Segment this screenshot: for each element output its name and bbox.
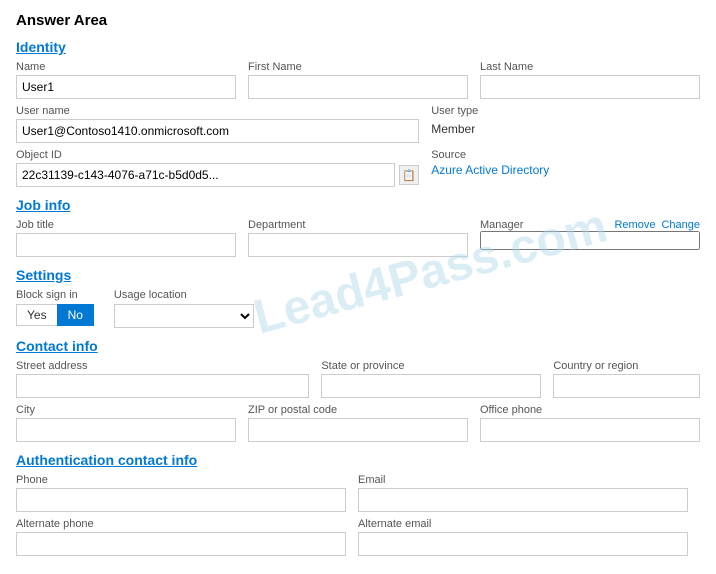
username-input[interactable] — [16, 119, 419, 143]
alt-email-group: Alternate email — [358, 518, 688, 556]
user-type-label: User type — [431, 105, 700, 117]
office-phone-input[interactable] — [480, 418, 700, 442]
settings-section: Settings Block sign in Yes No Usage loca… — [16, 267, 700, 328]
state-province-group: State or province — [321, 360, 541, 398]
state-province-input[interactable] — [321, 374, 541, 398]
usage-location-select[interactable] — [114, 304, 254, 328]
object-id-group: Object ID 📋 — [16, 149, 419, 187]
contact-info-section-title: Contact info — [16, 338, 700, 354]
manager-actions: Remove Change — [614, 219, 700, 231]
street-address-label: Street address — [16, 360, 309, 372]
first-name-input[interactable] — [248, 75, 468, 99]
object-id-input[interactable] — [16, 163, 395, 187]
email-input[interactable] — [358, 488, 688, 512]
block-signin-label: Block sign in — [16, 289, 94, 301]
user-type-value: Member — [431, 119, 700, 139]
job-title-label: Job title — [16, 219, 236, 231]
office-phone-label: Office phone — [480, 404, 700, 416]
identity-section-title: Identity — [16, 39, 700, 55]
manager-input[interactable] — [480, 231, 700, 250]
copy-icon[interactable]: 📋 — [399, 165, 419, 185]
zip-postal-label: ZIP or postal code — [248, 404, 468, 416]
alt-email-input[interactable] — [358, 532, 688, 556]
remove-manager-link[interactable]: Remove — [614, 219, 655, 231]
first-name-label: First Name — [248, 61, 468, 73]
zip-postal-group: ZIP or postal code — [248, 404, 468, 442]
state-province-label: State or province — [321, 360, 541, 372]
department-label: Department — [248, 219, 468, 231]
source-label: Source — [431, 149, 700, 161]
alt-email-label: Alternate email — [358, 518, 688, 530]
city-group: City — [16, 404, 236, 442]
alt-phone-label: Alternate phone — [16, 518, 346, 530]
username-label: User name — [16, 105, 419, 117]
user-type-group: User type Member — [431, 105, 700, 139]
usage-location-group: Usage location — [114, 289, 254, 328]
phone-group: Phone — [16, 474, 346, 512]
settings-section-title: Settings — [16, 267, 700, 283]
auth-contact-info-section-title: Authentication contact info — [16, 452, 700, 468]
contact-info-section: Contact info Street address State or pro… — [16, 338, 700, 442]
block-signin-group: Block sign in Yes No — [16, 289, 94, 326]
source-group: Source Azure Active Directory — [431, 149, 700, 177]
street-address-input[interactable] — [16, 374, 309, 398]
manager-group: Manager Remove Change — [480, 219, 700, 250]
first-name-group: First Name — [248, 61, 468, 99]
manager-label: Manager — [480, 219, 523, 231]
page-title: Answer Area — [16, 12, 700, 29]
department-group: Department — [248, 219, 468, 257]
name-label: Name — [16, 61, 236, 73]
no-toggle-button[interactable]: No — [57, 304, 94, 326]
settings-row: Block sign in Yes No Usage location — [16, 289, 700, 328]
phone-label: Phone — [16, 474, 346, 486]
street-address-group: Street address — [16, 360, 309, 398]
phone-input[interactable] — [16, 488, 346, 512]
usage-location-label: Usage location — [114, 289, 254, 301]
toggle-buttons: Yes No — [16, 304, 94, 326]
alt-phone-input[interactable] — [16, 532, 346, 556]
department-input[interactable] — [248, 233, 468, 257]
name-input[interactable] — [16, 75, 236, 99]
auth-contact-info-section: Authentication contact info Phone Email … — [16, 452, 700, 556]
country-region-label: Country or region — [553, 360, 700, 372]
zip-postal-input[interactable] — [248, 418, 468, 442]
job-title-input[interactable] — [16, 233, 236, 257]
name-group: Name — [16, 61, 236, 99]
office-phone-group: Office phone — [480, 404, 700, 442]
last-name-group: Last Name — [480, 61, 700, 99]
alt-phone-group: Alternate phone — [16, 518, 346, 556]
job-info-section: Job info Job title Department Manager Re… — [16, 197, 700, 257]
last-name-label: Last Name — [480, 61, 700, 73]
city-input[interactable] — [16, 418, 236, 442]
object-id-row: 📋 — [16, 163, 419, 187]
country-region-input[interactable] — [553, 374, 700, 398]
username-group: User name — [16, 105, 419, 143]
city-label: City — [16, 404, 236, 416]
country-region-group: Country or region — [553, 360, 700, 398]
job-title-group: Job title — [16, 219, 236, 257]
change-manager-link[interactable]: Change — [661, 219, 700, 231]
email-label: Email — [358, 474, 688, 486]
last-name-input[interactable] — [480, 75, 700, 99]
identity-section: Identity Name First Name Last Name User … — [16, 39, 700, 187]
source-value[interactable]: Azure Active Directory — [431, 163, 700, 177]
job-info-section-title: Job info — [16, 197, 700, 213]
object-id-label: Object ID — [16, 149, 419, 161]
email-group: Email — [358, 474, 688, 512]
yes-toggle-button[interactable]: Yes — [16, 304, 57, 326]
